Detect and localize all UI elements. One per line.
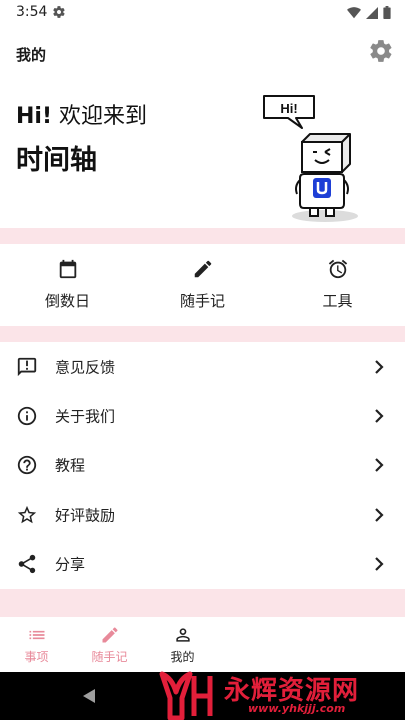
- feedback-icon: [17, 357, 37, 376]
- back-icon[interactable]: [82, 688, 96, 704]
- settings-menu: 意见反馈 关于我们 教程 好评鼓励 分享: [0, 342, 405, 589]
- menu-label: 教程: [55, 456, 86, 475]
- page-title: 我的: [16, 46, 47, 64]
- quick-action-label: 工具: [322, 292, 353, 310]
- quick-action-label: 倒数日: [44, 292, 90, 310]
- battery-icon: [383, 6, 391, 19]
- menu-label: 关于我们: [55, 407, 116, 426]
- nav-tab-items[interactable]: 事项: [0, 617, 73, 672]
- menu-label: 意见反馈: [55, 358, 116, 377]
- welcome-hero: Hi! 欢迎来到 时间轴 Hi!: [0, 78, 405, 228]
- nav-tab-label: 事项: [24, 650, 49, 664]
- quick-action-tools[interactable]: 工具: [270, 244, 405, 326]
- menu-item-about[interactable]: 关于我们: [0, 391, 405, 440]
- menu-label: 好评鼓励: [55, 506, 116, 525]
- robot-mascot-illustration: Hi!: [263, 95, 358, 222]
- section-divider: [0, 589, 405, 617]
- menu-item-tutorial[interactable]: 教程: [0, 441, 405, 490]
- list-icon: [29, 630, 44, 640]
- gear-icon: [370, 40, 392, 62]
- watermark-url: www.yhkjjj.com: [248, 702, 346, 715]
- share-icon: [18, 555, 36, 574]
- bottom-navigation: 事项 随手记 我的: [0, 617, 405, 672]
- pencil-icon: [194, 260, 211, 278]
- settings-button[interactable]: [368, 38, 394, 64]
- quick-action-notes[interactable]: 随手记: [135, 244, 270, 326]
- status-time: 3:54: [16, 4, 48, 20]
- signal-icon: [366, 6, 378, 19]
- app-name: 时间轴: [16, 145, 97, 176]
- quick-actions: 倒数日 随手记 工具: [0, 244, 405, 326]
- nav-tab-label: 我的: [170, 650, 195, 664]
- nav-tab-notes[interactable]: 随手记: [73, 617, 146, 672]
- info-icon: [17, 406, 37, 426]
- status-bar: 3:54: [0, 0, 405, 26]
- wifi-icon: [347, 6, 361, 18]
- help-icon: [17, 456, 37, 475]
- chevron-right-icon: [375, 508, 384, 522]
- watermark: 永辉资源网 www.yhkjjj.com: [158, 668, 405, 720]
- menu-label: 分享: [55, 555, 86, 574]
- quick-action-countdown[interactable]: 倒数日: [0, 244, 135, 326]
- calendar-icon: [59, 259, 76, 279]
- alarm-clock-icon: [328, 259, 347, 279]
- star-icon: [17, 505, 37, 524]
- chevron-right-icon: [375, 557, 384, 572]
- chevron-right-icon: [375, 458, 384, 473]
- person-icon: [175, 628, 190, 642]
- header: 我的: [0, 26, 405, 78]
- nav-tab-label: 随手记: [91, 650, 128, 664]
- greeting-text: Hi! 欢迎来到: [16, 104, 147, 129]
- menu-item-rate[interactable]: 好评鼓励: [0, 490, 405, 539]
- settings-icon: [53, 6, 65, 18]
- section-divider: [0, 326, 405, 342]
- speech-bubble-text: Hi!: [280, 101, 297, 116]
- chevron-right-icon: [375, 359, 384, 374]
- section-divider: [0, 228, 405, 244]
- pencil-icon: [102, 627, 118, 643]
- watermark-logo: [159, 671, 213, 720]
- quick-action-label: 随手记: [179, 292, 225, 310]
- nav-tab-mine[interactable]: 我的: [146, 617, 219, 672]
- chevron-right-icon: [375, 409, 384, 423]
- menu-item-share[interactable]: 分享: [0, 540, 405, 589]
- menu-item-feedback[interactable]: 意见反馈: [0, 342, 405, 391]
